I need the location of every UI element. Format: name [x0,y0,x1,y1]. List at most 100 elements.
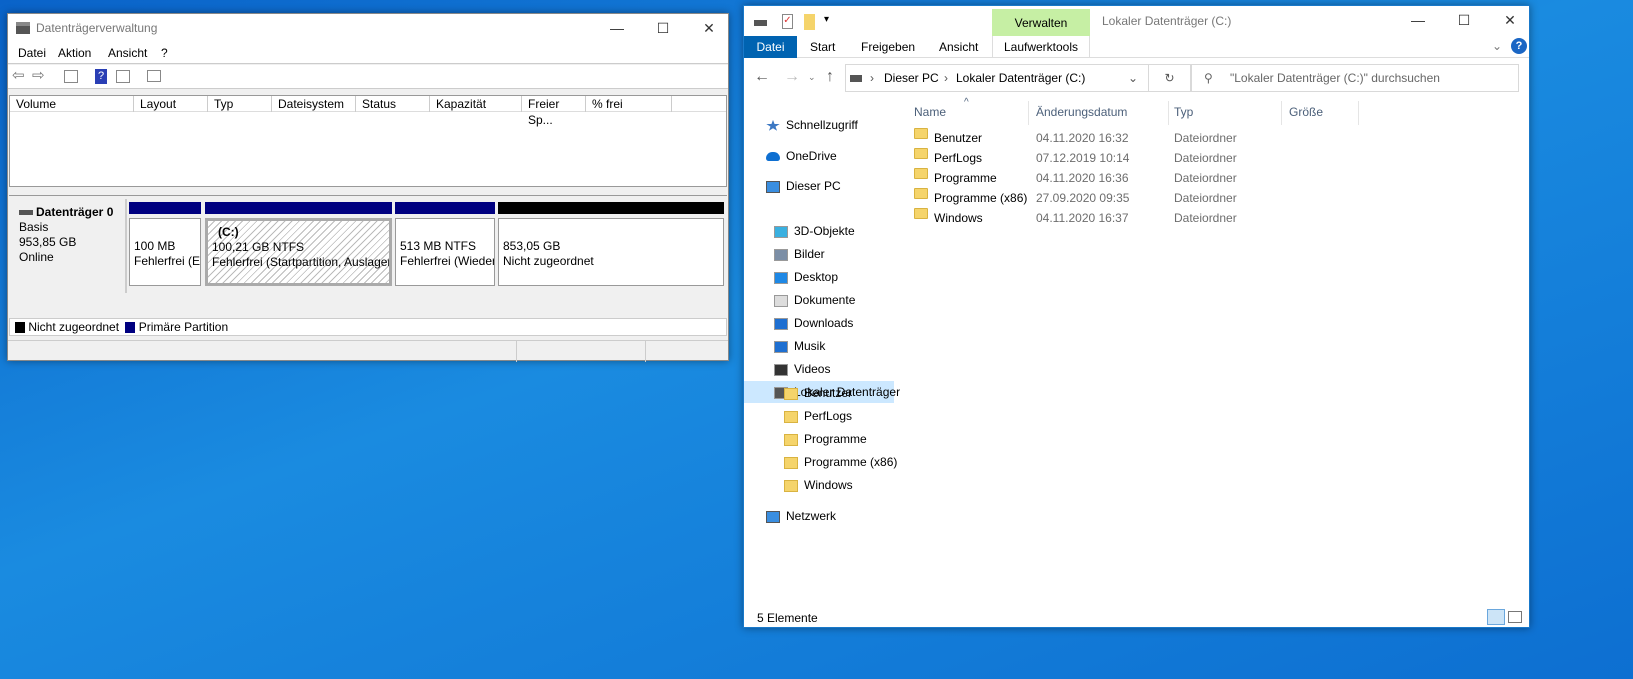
file-row[interactable]: PerfLogs 07.12.2019 10:14 Dateiordner [914,148,1354,168]
breadcrumb-drive[interactable]: Lokaler Datenträger (C:) [956,65,1085,91]
breadcrumb-separator: › [944,71,948,85]
cloud-icon [766,152,780,162]
nav-onedrive[interactable]: OneDrive [766,145,837,167]
partition-status: Nicht zugeordnet [503,254,594,268]
partition-box: 100 MB Fehlerfrei (E [129,218,201,286]
col-typ[interactable]: Typ [208,96,272,112]
nav-schnellzugriff[interactable]: Schnellzugriff [766,114,858,136]
nav-netzwerk[interactable]: Netzwerk [766,505,836,527]
console-tree-icon[interactable] [64,70,78,83]
properties-icon[interactable] [147,70,161,82]
nav-label: Programme (x86) [804,455,898,469]
help-icon[interactable]: ? [1511,38,1527,54]
expand-ribbon-icon[interactable]: ⌄ [1492,39,1502,53]
nav-pc-item[interactable]: Videos [774,358,830,380]
close-button[interactable]: ✕ [1487,6,1533,36]
col-name[interactable]: Name [914,105,946,119]
col-divider [1358,101,1359,125]
details-view-button[interactable] [1487,609,1505,625]
file-type: Dateiordner [1174,151,1237,165]
disk-type: Basis [19,220,49,234]
drive-icon [754,20,767,26]
address-bar[interactable]: › Dieser PC › Lokaler Datenträger (C:) ⌄… [845,64,1191,92]
back-button[interactable]: ← [754,68,770,86]
action-pane-icon[interactable] [116,70,130,83]
menu-datei[interactable]: Datei [18,46,46,60]
partition-block[interactable]: (C:) 100,21 GB NTFS Fehlerfrei (Startpar… [205,202,392,286]
search-icon: ⚲ [1204,71,1213,85]
file-type: Dateiordner [1174,171,1237,185]
partition-bar [205,202,392,214]
recent-locations-icon[interactable]: ⌄ [808,72,816,83]
nav-pc-item[interactable]: Desktop [774,266,838,288]
help-icon[interactable]: ? [95,69,107,84]
col-date[interactable]: Änderungsdatum [1036,105,1127,119]
large-icons-view-button[interactable] [1508,611,1522,623]
maximize-button[interactable]: ☐ [640,14,686,44]
menu-aktion[interactable]: Aktion [58,46,91,60]
search-box[interactable]: ⚲ "Lokaler Datenträger (C:)" durchsuchen [1191,64,1519,92]
file-type: Dateiordner [1174,191,1237,205]
nav-pc-item[interactable]: Downloads [774,312,853,334]
properties-icon[interactable]: ✓ [782,14,793,29]
customize-chevron-icon[interactable]: ▾ [824,14,829,25]
file-date: 04.11.2020 16:32 [1036,131,1129,145]
nav-label: Desktop [794,270,839,284]
partition-block[interactable]: 513 MB NTFS Fehlerfrei (Wieder [395,202,495,286]
nav-pc-item[interactable]: Musik [774,335,825,357]
minimize-button[interactable]: — [1395,6,1441,36]
tab-start[interactable]: Start [810,40,835,54]
volume-row[interactable]: (Datenträger 0 Par...EinfachBasisNTFSFeh… [10,148,726,164]
list-header: Volume Layout Typ Dateisystem Status Kap… [10,96,726,127]
col-status[interactable]: Status [356,96,430,112]
nav-folder-item[interactable]: Windows [784,474,853,496]
new-folder-icon[interactable] [804,14,815,30]
legend-unallocated: Nicht zugeordnet [28,320,120,334]
volume-row[interactable]: (Datenträger 0 Par...EinfachBasisFehlerf… [10,131,726,147]
breadcrumb-dieser-pc[interactable]: Dieser PC [884,65,939,91]
file-row[interactable]: Programme 04.11.2020 16:36 Dateiordner [914,168,1354,188]
file-row[interactable]: Programme (x86) 27.09.2020 09:35 Dateior… [914,188,1354,208]
back-icon[interactable]: ⇦ [12,66,25,84]
up-button[interactable]: ↑ [826,68,834,86]
nav-folder-item[interactable]: Programme (x86) [784,451,897,473]
file-row[interactable]: Benutzer 04.11.2020 16:32 Dateiordner [914,128,1354,148]
col-layout[interactable]: Layout [134,96,208,112]
menu-ansicht[interactable]: Ansicht [108,46,147,60]
nav-pc-item[interactable]: 3D-Objekte [774,220,855,242]
file-row[interactable]: Windows 04.11.2020 16:37 Dateiordner [914,208,1354,228]
col-size[interactable]: Größe [1289,105,1323,119]
refresh-button[interactable]: ↻ [1148,65,1190,91]
partition-size: 513 MB NTFS [400,239,477,253]
address-dropdown-icon[interactable]: ⌄ [1128,65,1138,91]
col-frei-pct[interactable]: % frei [586,96,672,112]
maximize-button[interactable]: ☐ [1441,6,1487,36]
nav-dieser-pc[interactable]: Dieser PC [766,175,841,197]
nav-label: Programme [804,432,867,446]
nav-pc-item[interactable]: Bilder [774,243,825,265]
col-volume[interactable]: Volume [10,96,134,112]
partition-block[interactable]: 853,05 GB Nicht zugeordnet [498,202,724,286]
file-list-header: ^ Name Änderungsdatum Typ Größe [906,97,1359,125]
tab-ansicht[interactable]: Ansicht [939,40,978,54]
partition-block[interactable]: 100 MB Fehlerfrei (E [129,202,201,286]
tab-laufwerktools[interactable]: Laufwerktools [992,36,1090,58]
tab-freigeben[interactable]: Freigeben [861,40,915,54]
forward-button[interactable]: → [784,68,800,86]
close-button[interactable]: ✕ [686,14,732,44]
col-freier[interactable]: Freier Sp... [522,96,586,127]
nav-folder-item[interactable]: Benutzer [784,382,852,404]
nav-folder-item[interactable]: PerfLogs [784,405,852,427]
nav-pc-item[interactable]: Dokumente [774,289,855,311]
nav-folder-item[interactable]: Programme [784,428,867,450]
forward-icon[interactable]: ⇨ [32,66,45,84]
col-type[interactable]: Typ [1174,105,1193,119]
col-kapazitaet[interactable]: Kapazität [430,96,522,112]
menu-help[interactable]: ? [161,46,168,60]
col-dateisystem[interactable]: Dateisystem [272,96,356,112]
minimize-button[interactable]: — [594,14,640,44]
volume-list: Volume Layout Typ Dateisystem Status Kap… [9,95,727,187]
nav-label: PerfLogs [804,409,853,423]
volume-row[interactable]: (C:)EinfachBasisNTFSFehlerfrei (...100,2… [10,114,726,130]
tab-datei[interactable]: Datei [744,36,797,58]
